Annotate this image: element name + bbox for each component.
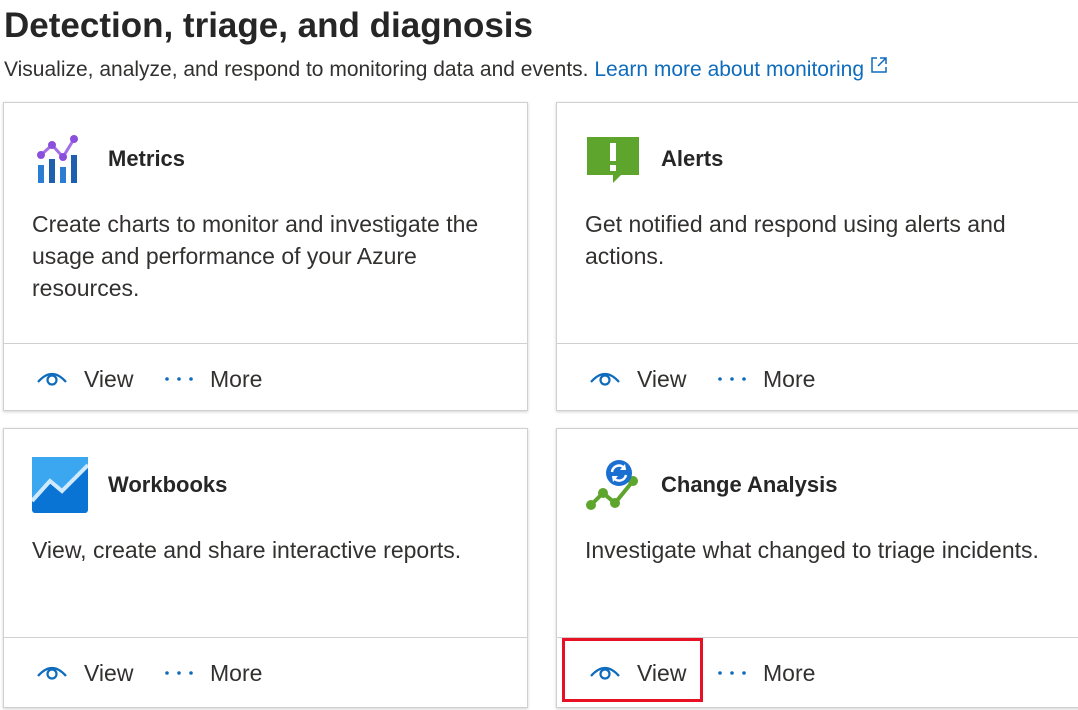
- more-icon: [717, 376, 747, 382]
- view-label: View: [637, 365, 687, 392]
- more-label: More: [210, 659, 263, 686]
- more-icon: [164, 376, 194, 382]
- more-icon: [717, 670, 747, 676]
- card-footer: View More: [557, 343, 1078, 412]
- more-button[interactable]: More: [164, 658, 262, 688]
- card-description: View, create and share interactive repor…: [32, 537, 462, 563]
- learn-more-link-label: Learn more about monitoring: [594, 58, 865, 81]
- card-title: Metrics: [108, 146, 186, 171]
- view-button[interactable]: View: [36, 364, 133, 394]
- view-button[interactable]: View: [36, 658, 133, 688]
- more-button[interactable]: More: [164, 364, 262, 394]
- view-button[interactable]: View: [589, 364, 686, 394]
- external-link-icon: [870, 56, 888, 80]
- eye-icon: [589, 368, 621, 390]
- card-footer: View More: [4, 343, 527, 412]
- highlight-box: [562, 638, 703, 702]
- page-subtitle: Visualize, analyze, and respond to monit…: [4, 56, 888, 82]
- workbooks-icon: [30, 457, 90, 513]
- more-button[interactable]: More: [717, 364, 815, 394]
- change-analysis-icon: [585, 457, 641, 513]
- page-title: Detection, triage, and diagnosis: [4, 6, 533, 45]
- eye-icon: [36, 662, 68, 684]
- learn-more-link[interactable]: Learn more about monitoring: [594, 56, 888, 81]
- card-title: Workbooks: [108, 472, 228, 497]
- alerts-card: Alerts Get notified and respond using al…: [556, 102, 1078, 411]
- more-label: More: [763, 365, 816, 392]
- more-button[interactable]: More: [717, 658, 815, 688]
- card-description: Create charts to monitor and investigate…: [32, 211, 479, 301]
- card-footer: View More: [4, 637, 527, 706]
- card-title: Alerts: [661, 146, 724, 171]
- card-title: Change Analysis: [661, 472, 838, 497]
- more-label: More: [210, 365, 263, 392]
- view-label: View: [84, 659, 134, 686]
- more-icon: [164, 670, 194, 676]
- view-label: View: [84, 365, 134, 392]
- eye-icon: [36, 368, 68, 390]
- more-label: More: [763, 659, 816, 686]
- card-description: Investigate what changed to triage incid…: [585, 537, 1039, 563]
- subtitle-text: Visualize, analyze, and respond to monit…: [4, 58, 589, 81]
- alerts-icon: [585, 131, 641, 187]
- card-description: Get notified and respond using alerts an…: [585, 211, 1006, 269]
- metrics-icon: [32, 131, 88, 187]
- workbooks-card: Workbooks View, create and share interac…: [3, 428, 528, 708]
- metrics-card: Metrics Create charts to monitor and inv…: [3, 102, 528, 411]
